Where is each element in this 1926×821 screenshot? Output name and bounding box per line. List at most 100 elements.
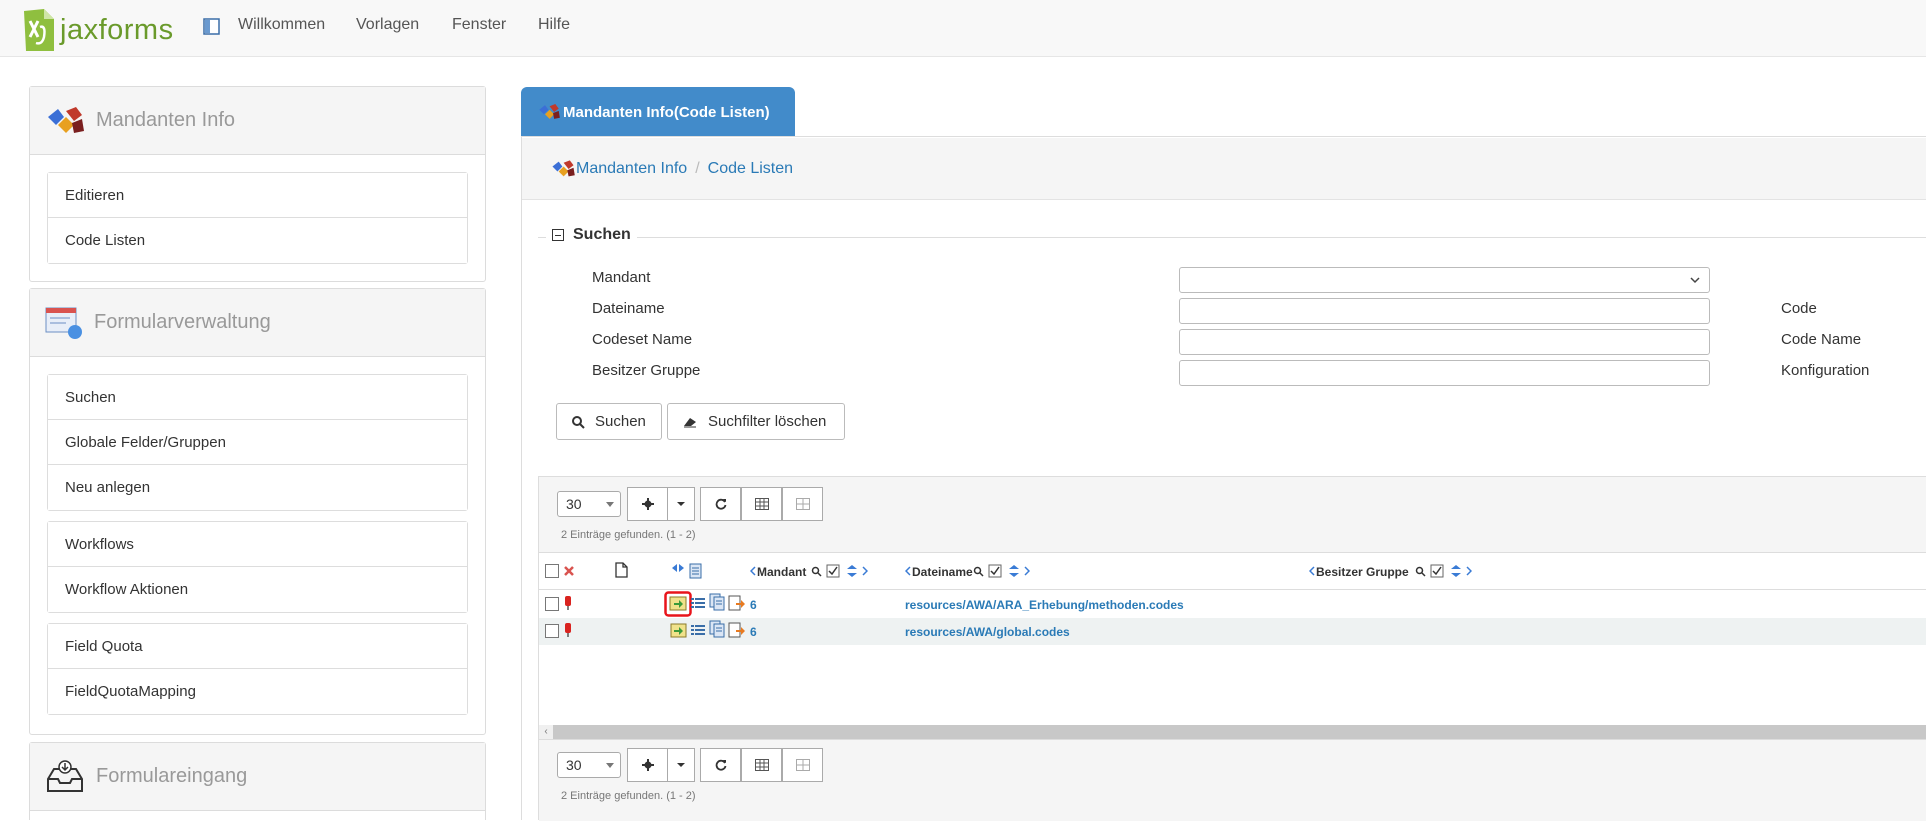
logo[interactable]: jaxforms xyxy=(20,6,174,54)
page-size-value: 30 xyxy=(566,496,582,512)
column-move-left-icon[interactable] xyxy=(905,566,911,576)
settings-dropdown-button[interactable] xyxy=(667,487,695,521)
sidebar-item-workflows[interactable]: Workflows xyxy=(48,522,467,567)
list-icon[interactable] xyxy=(691,597,705,609)
column-sort-icon[interactable] xyxy=(1007,564,1021,578)
search-button[interactable]: Suchen xyxy=(556,403,662,440)
puzzle-icon xyxy=(48,106,84,133)
refresh-button[interactable] xyxy=(700,748,741,782)
collapse-icon[interactable] xyxy=(552,229,564,241)
column-visibility-checkbox-icon[interactable] xyxy=(988,564,1002,578)
dateiname-input[interactable] xyxy=(1179,298,1710,324)
copy-icon[interactable] xyxy=(709,593,725,611)
copy-icon[interactable] xyxy=(709,620,725,638)
breadcrumb-mandanten-info[interactable]: Mandanten Info xyxy=(576,160,687,178)
row-checkbox[interactable] xyxy=(545,597,559,611)
column-move-right-icon[interactable] xyxy=(1466,566,1472,576)
panel-header[interactable]: Formularverwaltung xyxy=(30,289,485,357)
column-move-left-icon[interactable] xyxy=(1309,566,1315,576)
nav-hilfe[interactable]: Hilfe xyxy=(538,16,570,34)
sidebar-item-fieldquotamapping[interactable]: FieldQuotaMapping xyxy=(48,669,467,714)
sidebar-item-field-quota[interactable]: Field Quota xyxy=(48,624,467,669)
nav-vorlagen[interactable]: Vorlagen xyxy=(356,16,419,34)
column-header-besitzer-gruppe[interactable]: Besitzer Gruppe xyxy=(1316,565,1409,579)
panel-header[interactable]: Mandanten Info xyxy=(30,87,485,155)
label-dateiname: Dateiname xyxy=(592,300,665,317)
column-visibility-checkbox-icon[interactable] xyxy=(826,564,840,578)
export-icon[interactable] xyxy=(728,594,746,612)
column-filter-search-icon[interactable] xyxy=(811,566,822,577)
grid-icon xyxy=(795,759,810,771)
nav-fenster[interactable]: Fenster xyxy=(452,16,506,34)
table-row[interactable]: 6 resources/AWA/global.codes xyxy=(539,618,1926,645)
refresh-icon xyxy=(715,498,726,510)
codeset-name-input[interactable] xyxy=(1179,329,1710,355)
breadcrumb-code-listen[interactable]: Code Listen xyxy=(708,160,793,178)
dateiname-link[interactable]: resources/AWA/global.codes xyxy=(905,625,1070,639)
sidebar-toggle-icon[interactable] xyxy=(203,18,220,35)
table-view-button[interactable] xyxy=(741,748,782,782)
horizontal-scrollbar[interactable]: ‹ xyxy=(539,725,1926,739)
list-icon[interactable] xyxy=(691,624,705,636)
pin-icon[interactable] xyxy=(564,595,572,611)
menu-group: Workflows Workflow Aktionen xyxy=(47,521,468,613)
page-size-value: 30 xyxy=(566,757,582,773)
search-legend[interactable]: Suchen xyxy=(546,226,637,244)
pin-icon[interactable] xyxy=(564,622,572,638)
settings-dropdown-button[interactable] xyxy=(667,748,695,782)
clear-filter-button[interactable]: Suchfilter löschen xyxy=(667,403,845,440)
column-sort-icon[interactable] xyxy=(1449,564,1463,578)
label-codeset-name: Codeset Name xyxy=(592,331,693,348)
column-header-dateiname[interactable]: Dateiname xyxy=(912,565,973,579)
column-filter-search-icon[interactable] xyxy=(1415,566,1426,577)
panel-formularverwaltung: Formularverwaltung Suchen Globale Felder… xyxy=(29,288,486,735)
sidebar-item-neu-anlegen[interactable]: Neu anlegen xyxy=(48,465,467,510)
new-document-icon[interactable] xyxy=(615,562,628,578)
column-sort-icon[interactable] xyxy=(845,564,859,578)
expand-actions-icon[interactable] xyxy=(670,562,706,580)
scroll-left-icon[interactable]: ‹ xyxy=(539,725,553,739)
column-filter-search-icon[interactable] xyxy=(973,566,984,577)
dateiname-link[interactable]: resources/AWA/ARA_Erhebung/methoden.code… xyxy=(905,598,1184,612)
delete-icon[interactable] xyxy=(563,565,575,577)
grid-toolbar-top: 30 2 Einträge gefunden. (1 - 2) xyxy=(539,477,1926,553)
records-found-text: 2 Einträge gefunden. (1 - 2) xyxy=(561,529,696,541)
settings-button[interactable] xyxy=(627,487,668,521)
edit-record-icon[interactable] xyxy=(670,623,687,638)
page-size-select[interactable]: 30 xyxy=(557,491,621,517)
column-move-left-icon[interactable] xyxy=(750,566,756,576)
mandant-link[interactable]: 6 xyxy=(750,598,757,612)
settings-button[interactable] xyxy=(627,748,668,782)
chevron-down-icon xyxy=(1690,277,1700,284)
mandant-select[interactable] xyxy=(1179,267,1710,293)
panel-header[interactable]: Formulareingang xyxy=(30,743,485,811)
caret-down-icon xyxy=(606,763,614,768)
panel-title: Formularverwaltung xyxy=(94,311,271,333)
column-visibility-checkbox-icon[interactable] xyxy=(1430,564,1444,578)
export-icon[interactable] xyxy=(728,621,746,639)
tab-mandanten-info-code-listen[interactable]: Mandanten Info(Code Listen) xyxy=(521,87,795,137)
table-view-button[interactable] xyxy=(741,487,782,521)
sidebar-item-editieren[interactable]: Editieren xyxy=(48,173,467,218)
column-move-right-icon[interactable] xyxy=(1024,566,1030,576)
sidebar-item-suchen[interactable]: Suchen xyxy=(48,375,467,420)
sidebar-item-globale-felder[interactable]: Globale Felder/Gruppen xyxy=(48,420,467,465)
sidebar-item-workflow-aktionen[interactable]: Workflow Aktionen xyxy=(48,567,467,612)
column-move-right-icon[interactable] xyxy=(862,566,868,576)
row-checkbox[interactable] xyxy=(545,624,559,638)
label-konfiguration: Konfiguration xyxy=(1781,362,1870,379)
grid-view-button[interactable] xyxy=(782,748,823,782)
besitzer-gruppe-input[interactable] xyxy=(1179,360,1710,386)
column-header-mandant[interactable]: Mandant xyxy=(757,565,806,579)
sidebar-item-code-listen[interactable]: Code Listen xyxy=(48,218,467,263)
panel-mandanten-info: Mandanten Info Editieren Code Listen xyxy=(29,86,486,282)
edit-record-icon[interactable] xyxy=(664,591,692,617)
nav-willkommen[interactable]: Willkommen xyxy=(238,16,325,34)
grid-view-button[interactable] xyxy=(782,487,823,521)
mandant-link[interactable]: 6 xyxy=(750,625,757,639)
page-size-select[interactable]: 30 xyxy=(557,752,621,778)
table-row[interactable]: 6 resources/AWA/ARA_Erhebung/methoden.co… xyxy=(539,591,1926,618)
refresh-button[interactable] xyxy=(700,487,741,521)
table-icon xyxy=(754,498,769,510)
select-all-checkbox[interactable] xyxy=(545,564,559,578)
